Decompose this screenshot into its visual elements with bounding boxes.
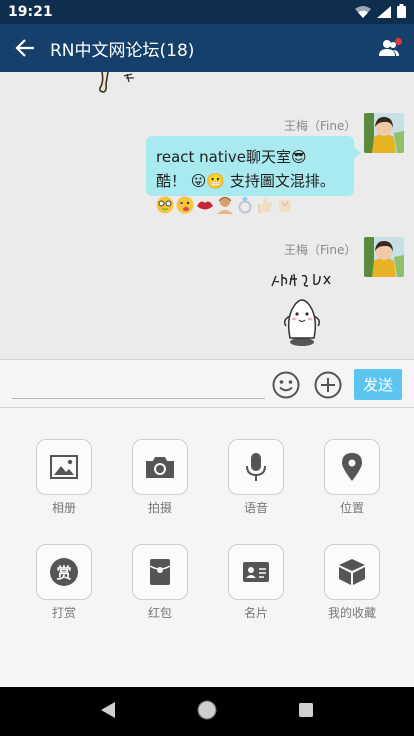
status-time: 19:21 [8, 4, 53, 20]
panel-item-business-card[interactable]: 名片 [228, 544, 284, 621]
back-triangle-icon[interactable] [100, 701, 116, 723]
battery-icon [397, 3, 406, 22]
reward-icon: 赏 [50, 558, 78, 586]
more-options-button[interactable] [314, 371, 342, 399]
emoji-row [156, 196, 294, 214]
panel-tile[interactable] [324, 439, 380, 495]
avatar[interactable] [364, 113, 404, 153]
back-button[interactable] [0, 24, 50, 72]
kiss-lips-icon [197, 201, 213, 210]
sender-name: 王梅（Fine） [284, 119, 357, 133]
reward-glyph: 赏 [56, 563, 72, 582]
sticker-message[interactable] [268, 270, 340, 352]
bubble-tail [354, 147, 361, 159]
person-gesture-icon [217, 197, 233, 214]
chat-title: RN中文网论坛(18) [50, 40, 195, 61]
plus-circle-icon [314, 371, 342, 399]
clapping-hands-icon [279, 199, 291, 213]
microphone-icon [246, 453, 266, 481]
panel-tile[interactable] [36, 439, 92, 495]
panel-label: 我的收藏 [327, 606, 376, 620]
message-bubble[interactable]: react native聊天室😎 酷！ 😛😬 支持圖文混排。 [146, 136, 354, 196]
home-circle-icon[interactable] [197, 700, 217, 724]
panel-tile[interactable] [228, 439, 284, 495]
message-text-line: react native聊天室😎 [156, 148, 307, 166]
signal-icon [377, 3, 391, 22]
wifi-icon [355, 3, 371, 22]
status-icons [355, 3, 406, 22]
panel-item-location[interactable]: 位置 [324, 439, 380, 516]
panel-label: 打赏 [51, 606, 76, 620]
notification-badge [395, 38, 402, 45]
avatar[interactable] [364, 237, 404, 277]
status-bar: 19:21 [0, 0, 414, 24]
panel-label: 名片 [243, 606, 268, 620]
smiley-icon [272, 371, 300, 399]
panel-item-red-packet[interactable]: 红包 [132, 544, 188, 621]
cute-character-sticker-icon [271, 273, 331, 346]
panel-item-album[interactable]: 相册 [36, 439, 92, 516]
panel-tile[interactable]: 赏 [36, 544, 92, 600]
red-packet-icon [149, 559, 171, 585]
panel-label: 位置 [339, 501, 364, 515]
winking-tongue-face-icon [176, 196, 194, 214]
location-pin-icon [342, 453, 362, 481]
panel-label: 拍摄 [147, 501, 172, 515]
chat-messages[interactable]: 王梅（Fine） react native聊天室😎 酷！ 😛😬 支持圖文混排。 … [0, 72, 414, 359]
image-icon [50, 455, 78, 479]
panel-item-voice[interactable]: 语音 [228, 439, 284, 516]
business-card-icon [243, 562, 269, 582]
back-arrow-icon [15, 39, 34, 57]
thumbs-up-icon [258, 198, 273, 213]
group-members-button[interactable] [366, 24, 414, 72]
panel-item-camera[interactable]: 拍摄 [132, 439, 188, 516]
extension-panel: 相册 拍摄 语音 位置 赏 打赏 红包 名片 我的收藏 [0, 408, 414, 687]
panel-tile[interactable] [228, 544, 284, 600]
panel-label: 语音 [243, 501, 268, 515]
sender-name: 王梅（Fine） [284, 243, 357, 257]
previous-sticker-image [99, 72, 134, 93]
panel-tile[interactable] [132, 439, 188, 495]
emoji-button[interactable] [272, 371, 300, 399]
message-text-line: 酷！ 😛😬 支持圖文混排。 [156, 172, 335, 190]
panel-label: 相册 [51, 501, 76, 515]
nav-bar: RN中文网论坛(18) [0, 24, 414, 72]
panel-tile[interactable] [132, 544, 188, 600]
favorites-box-icon [339, 559, 365, 585]
send-button[interactable]: 发送 [354, 369, 402, 400]
panel-label: 红包 [147, 606, 172, 620]
message-input[interactable] [12, 370, 265, 399]
nerd-face-icon [156, 196, 174, 214]
panel-tile[interactable] [324, 544, 380, 600]
panel-item-favorites[interactable]: 我的收藏 [324, 544, 380, 621]
recents-square-icon[interactable] [298, 702, 314, 722]
panel-item-reward[interactable]: 赏 打赏 [36, 544, 92, 621]
ring-icon [238, 196, 252, 214]
system-navigation-bar [0, 687, 414, 736]
input-bar: 发送 [0, 359, 414, 408]
camera-icon [146, 457, 174, 478]
